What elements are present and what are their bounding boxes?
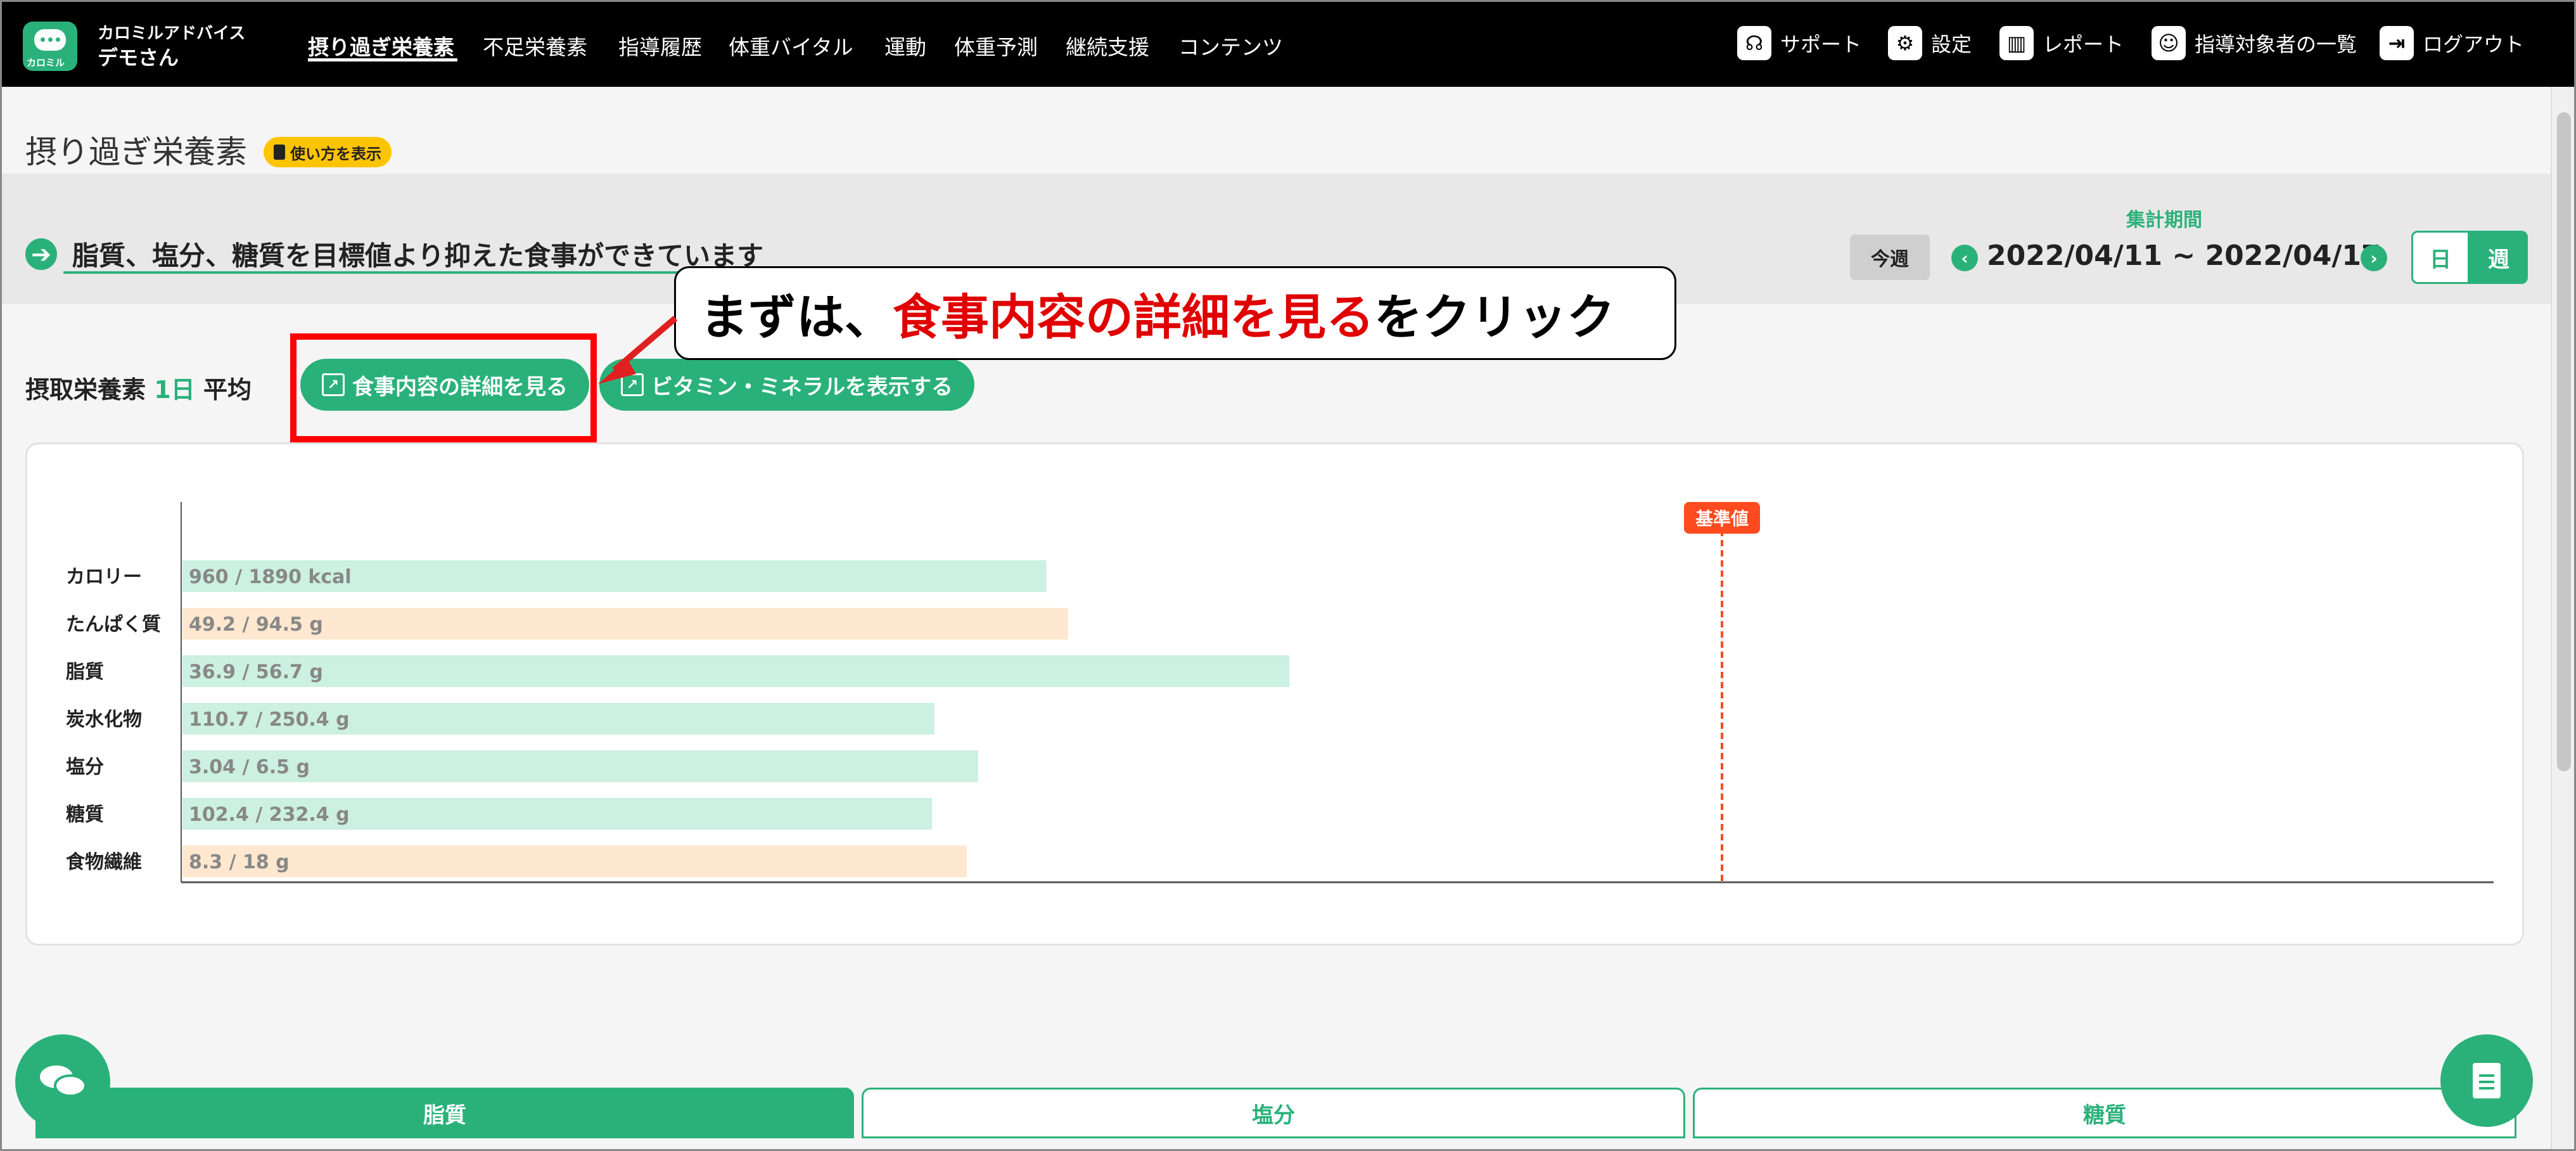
bar-3	[182, 655, 1290, 687]
category-label-7: 食物繊維	[66, 851, 142, 873]
bar-value-label-3: 36.9 / 56.7 g	[189, 661, 323, 683]
document-icon	[2473, 1063, 2501, 1098]
bar-value-label-2: 49.2 / 94.5 g	[189, 614, 323, 636]
bar-value-label-6: 102.4 / 232.4 g	[189, 804, 350, 826]
tab-sugar[interactable]: 糖質	[1693, 1088, 2516, 1138]
tab-fat[interactable]: 脂質	[35, 1088, 854, 1138]
bar-value-label-1: 960 / 1890 kcal	[189, 566, 352, 588]
chat-button[interactable]	[15, 1034, 110, 1129]
category-label-4: 炭水化物	[66, 709, 142, 731]
vertical-scrollbar[interactable]	[2551, 87, 2576, 1151]
category-label-6: 糖質	[66, 804, 104, 826]
report-fab-button[interactable]	[2440, 1034, 2533, 1127]
nutrient-bar-chart: 960 / 1890 kcal カロリー 49.2 / 94.5 g たんぱく質 36.…	[66, 502, 2494, 884]
chat-icon	[40, 1065, 87, 1097]
bar-value-label-5: 3.04 / 6.5 g	[189, 756, 310, 778]
category-label-3: 脂質	[66, 661, 104, 683]
bar-value-label-7: 8.3 / 18 g	[189, 851, 290, 873]
scroll-thumb[interactable]	[2557, 112, 2571, 771]
category-label-2: たんぱく質	[66, 614, 161, 636]
bar-value-label-4: 110.7 / 250.4 g	[189, 709, 350, 731]
tab-salt[interactable]: 塩分	[862, 1088, 1685, 1138]
bar-7	[182, 846, 967, 877]
category-label-5: 塩分	[66, 756, 104, 778]
reference-label: 基準値	[1695, 508, 1749, 529]
category-label-1: カロリー	[66, 566, 142, 588]
